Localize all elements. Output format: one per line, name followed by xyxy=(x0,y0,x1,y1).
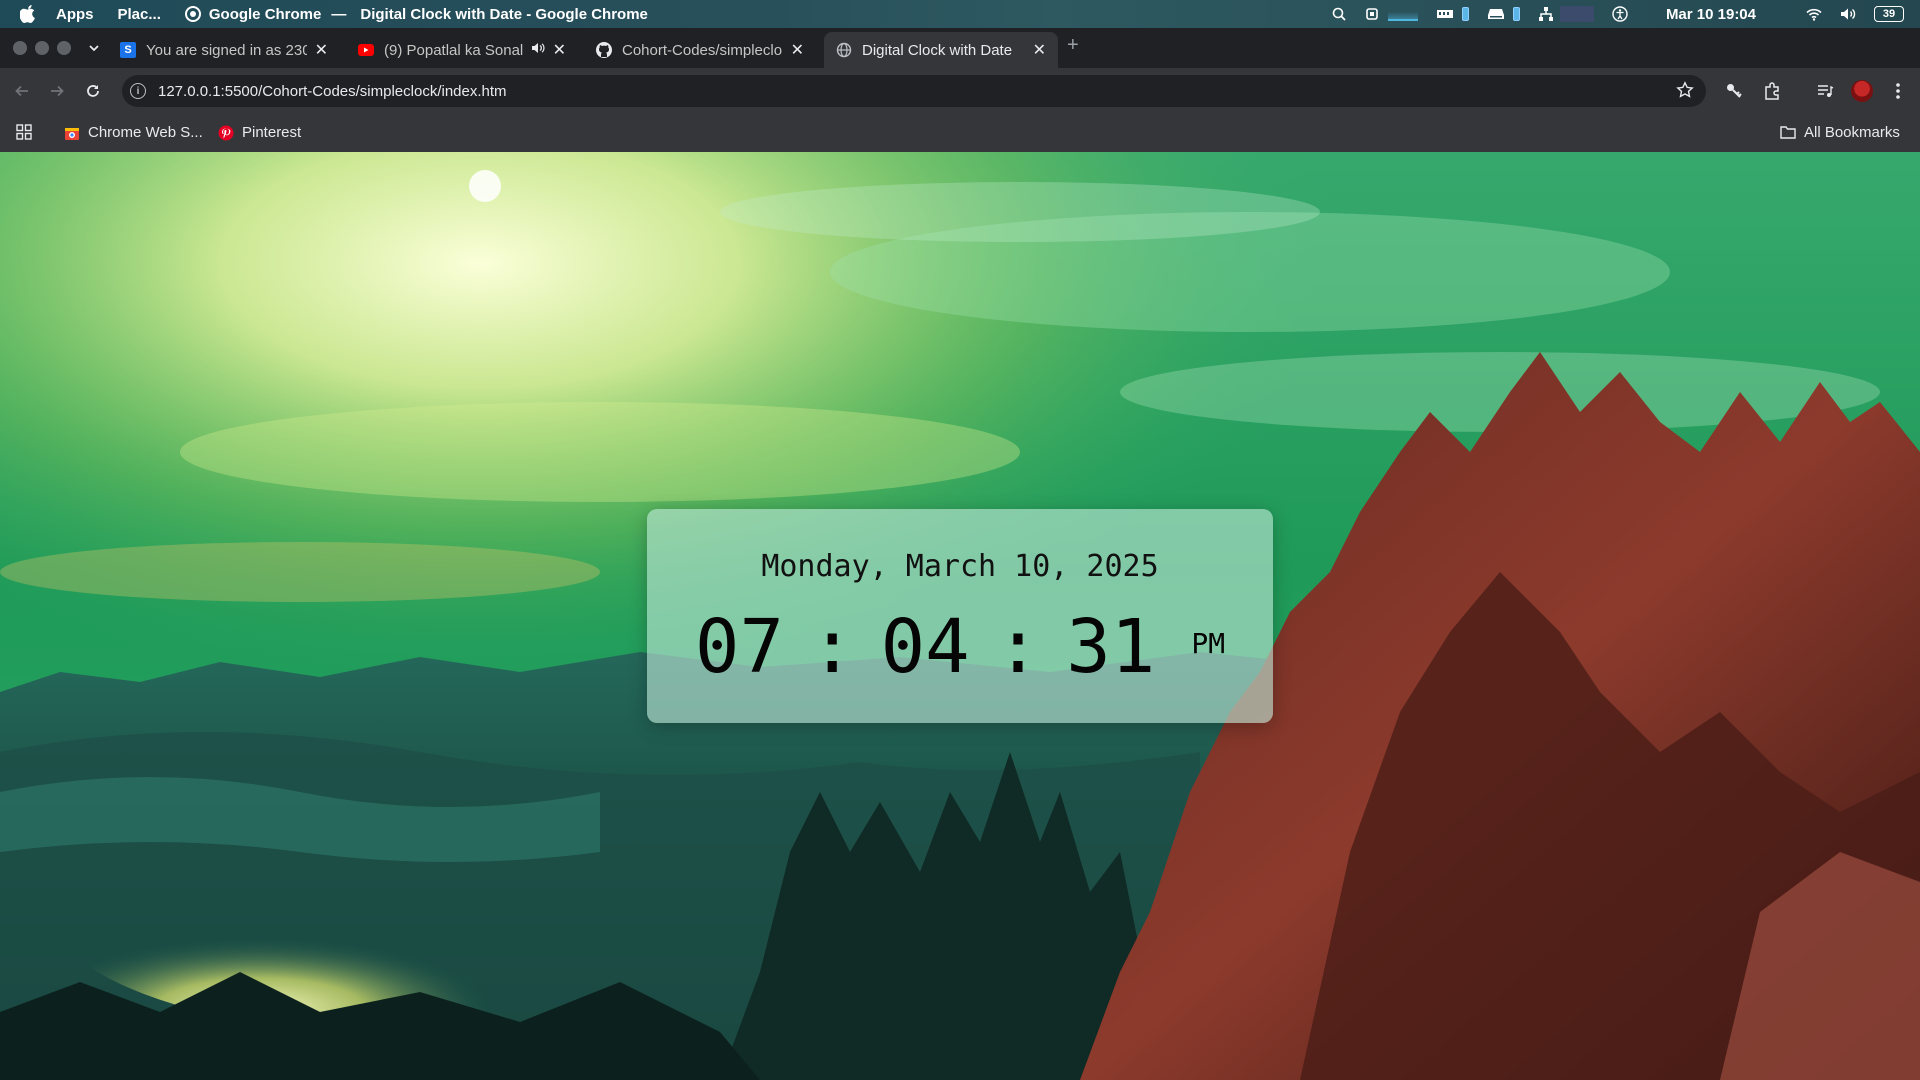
tab-signed-in[interactable]: S You are signed in as 230 ✕ xyxy=(108,32,340,68)
battery-indicator[interactable]: 39 xyxy=(1874,6,1904,22)
site-info-icon[interactable]: i xyxy=(130,83,146,99)
chrome-web-store-icon xyxy=(64,125,80,141)
bookmark-chrome-web-store[interactable]: Chrome Web S... xyxy=(64,124,203,141)
menu-places[interactable]: Plac... xyxy=(118,6,161,23)
network-graph-icon[interactable] xyxy=(1559,6,1594,22)
close-icon[interactable]: ✕ xyxy=(791,40,804,60)
tab-title: You are signed in as 230 xyxy=(146,41,307,59)
tab-title: Cohort-Codes/simpleclo xyxy=(622,41,783,59)
bookmark-label: Pinterest xyxy=(242,124,302,141)
bookmarks-bar: Chrome Web S... Pinterest All Bookmarks xyxy=(0,114,1920,152)
app-name-label: Google Chrome xyxy=(208,5,322,23)
window-minimize-button[interactable] xyxy=(35,41,49,55)
apps-grid-icon[interactable] xyxy=(16,124,32,140)
tab-strip: S You are signed in as 230 ✕ (9) Popatla… xyxy=(0,28,1920,68)
menu-app-name[interactable]: Google Chrome — Digital Clock with Date … xyxy=(184,5,648,23)
disk-level-icon xyxy=(1512,7,1520,21)
forward-button[interactable] xyxy=(47,81,67,101)
all-bookmarks-button[interactable]: All Bookmarks xyxy=(1780,124,1900,141)
profile-avatar[interactable] xyxy=(1851,80,1873,102)
clock-date: Monday, March 10, 2025 xyxy=(761,549,1159,584)
tab-github[interactable]: Cohort-Codes/simpleclo ✕ xyxy=(584,32,816,68)
clock-ampm: PM xyxy=(1191,626,1226,660)
url-text[interactable]: 127.0.0.1:5500/Cohort-Codes/simpleclock/… xyxy=(158,83,507,100)
os-clock[interactable]: Mar 10 19:04 xyxy=(1666,6,1756,23)
window-close-button[interactable] xyxy=(13,41,27,55)
tab-youtube[interactable]: (9) Popatlal ka Sonal ✕ xyxy=(346,32,578,68)
globe-icon xyxy=(836,42,852,58)
clock-time: 07 : 04 : 31 PM xyxy=(647,604,1273,690)
window-maximize-button[interactable] xyxy=(57,41,71,55)
memory-level-icon xyxy=(1461,7,1469,21)
audio-icon[interactable] xyxy=(531,41,545,59)
all-bookmarks-label: All Bookmarks xyxy=(1804,124,1900,141)
browser-toolbar: i 127.0.0.1:5500/Cohort-Codes/simplecloc… xyxy=(0,68,1920,114)
youtube-icon xyxy=(358,42,374,58)
clock-card: Monday, March 10, 2025 07 : 04 : 31 PM xyxy=(647,509,1273,723)
tab-search-icon[interactable] xyxy=(84,38,104,58)
github-icon xyxy=(596,42,612,58)
title-separator: — xyxy=(331,5,347,23)
close-icon[interactable]: ✕ xyxy=(553,40,566,60)
clock-hours: 07 xyxy=(694,604,785,690)
network-tree-icon[interactable] xyxy=(1538,6,1554,22)
extensions-icon[interactable] xyxy=(1762,81,1782,101)
address-bar[interactable]: i 127.0.0.1:5500/Cohort-Codes/simplecloc… xyxy=(122,75,1706,107)
wifi-icon[interactable] xyxy=(1806,8,1822,21)
clock-colon: : xyxy=(810,604,855,690)
chrome-icon xyxy=(184,6,201,22)
accessibility-icon[interactable] xyxy=(1612,6,1628,22)
key-icon[interactable] xyxy=(1724,81,1744,101)
reload-button[interactable] xyxy=(83,81,103,101)
bookmark-pinterest[interactable]: Pinterest xyxy=(218,124,301,141)
search-icon[interactable] xyxy=(1332,7,1346,21)
tab-title: Digital Clock with Date xyxy=(862,41,1013,59)
clock-colon: : xyxy=(995,604,1041,690)
page-viewport: Monday, March 10, 2025 07 : 04 : 31 PM xyxy=(0,152,1920,1080)
s-favicon-icon: S xyxy=(120,42,136,58)
back-button[interactable] xyxy=(12,81,32,101)
drive-icon[interactable] xyxy=(1487,8,1505,20)
close-icon[interactable]: ✕ xyxy=(1033,40,1046,60)
clock-seconds: 31 xyxy=(1066,604,1156,690)
tab-title: (9) Popatlal ka Sonal xyxy=(384,41,524,59)
media-controls-icon[interactable] xyxy=(1815,81,1835,101)
folder-icon xyxy=(1780,125,1796,141)
close-icon[interactable]: ✕ xyxy=(315,40,328,60)
menu-apps[interactable]: Apps xyxy=(56,6,94,23)
memory-icon[interactable] xyxy=(1436,8,1454,20)
os-menu-bar: Apps Plac... Google Chrome — Digital Clo… xyxy=(0,0,1920,28)
window-title: Digital Clock with Date - Google Chrome xyxy=(360,5,648,23)
pinterest-icon xyxy=(218,125,234,141)
cpu-graph-icon[interactable] xyxy=(1387,7,1418,21)
system-monitor-icon[interactable] xyxy=(1364,6,1380,22)
apple-icon[interactable] xyxy=(0,5,56,23)
menu-kebab-icon[interactable] xyxy=(1888,81,1908,101)
new-tab-button[interactable]: + xyxy=(1067,34,1079,57)
bookmark-label: Chrome Web S... xyxy=(88,124,203,141)
clock-minutes: 04 xyxy=(880,604,970,690)
volume-icon[interactable] xyxy=(1840,7,1856,21)
bookmark-star-icon[interactable] xyxy=(1676,81,1694,104)
tab-digital-clock[interactable]: Digital Clock with Date ✕ xyxy=(824,32,1058,68)
